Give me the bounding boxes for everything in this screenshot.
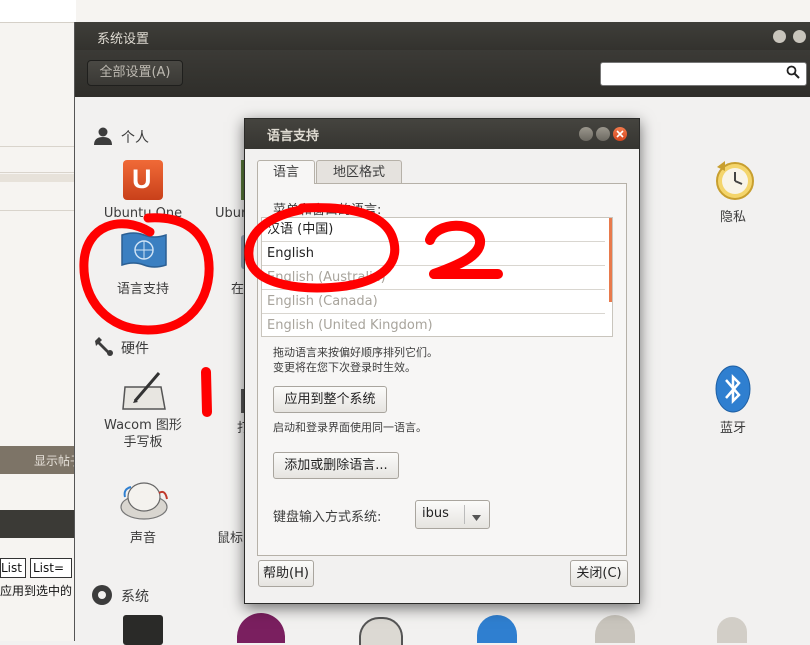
section-personal: 个人 [121, 130, 149, 146]
keyboard-input-value: ibus [422, 506, 449, 521]
language-support-icon[interactable] [120, 231, 168, 275]
tab-language[interactable]: 语言 [257, 160, 315, 184]
wrench-icon [93, 337, 115, 361]
bg-divider [0, 172, 76, 173]
bg-divider [0, 146, 76, 147]
person-icon [93, 127, 113, 149]
list-item[interactable]: English (Canada) [262, 290, 605, 314]
list-eq-button[interactable]: List= [30, 558, 72, 578]
bluetooth-icon[interactable] [715, 365, 751, 417]
help-button[interactable]: 帮助(H) [258, 560, 314, 587]
ubuntu-one-icon[interactable]: U [123, 160, 163, 200]
bg-top-bar [0, 0, 76, 23]
tile-ubuntu-one-label[interactable]: Ubuntu One [103, 206, 183, 221]
all-settings-button[interactable]: 全部设置(A) [87, 60, 183, 86]
bg-show-posts-bar: 显示帖子 [0, 446, 82, 474]
apply-hint: 启动和登录界面使用同一语言。 [273, 421, 427, 434]
drag-hint-line-1: 拖动语言来按偏好顺序排列它们。 [273, 346, 438, 359]
dialog-maximize-icon[interactable] [596, 127, 610, 141]
apply-system-wide-button[interactable]: 应用到整个系统 [273, 386, 387, 413]
close-button[interactable]: 关闭(C) [570, 560, 628, 587]
add-remove-languages-button[interactable]: 添加或删除语言... [273, 452, 399, 479]
tile-bluetooth-label[interactable]: 蓝牙 [705, 417, 761, 436]
tile-privacy-label[interactable]: 隐私 [705, 206, 761, 225]
section-system: 系统 [121, 589, 149, 605]
minimize-icon[interactable] [773, 30, 786, 43]
bg-dark-bar [0, 510, 76, 538]
user-icon[interactable] [717, 617, 747, 643]
section-hardware: 硬件 [121, 341, 149, 357]
software-updates-icon[interactable] [595, 615, 635, 643]
list-button[interactable]: List [0, 558, 26, 578]
search-icon [786, 65, 800, 83]
list-item[interactable]: 汉语 (中国) [262, 218, 605, 242]
menu-language-label: 菜单和窗口的语言: [273, 203, 382, 218]
sound-icon[interactable] [119, 479, 169, 525]
keyboard-input-label: 键盘输入方式系统: [273, 510, 382, 525]
list-item[interactable]: English (United Kingdom) [262, 314, 605, 337]
settings-toolbar: 全部设置(A) [75, 50, 810, 97]
language-support-dialog: 语言支持 语言 地区格式 菜单和窗口的语言: 汉语 (中国) English E… [244, 118, 640, 604]
tile-wacom-label[interactable]: Wacom 图形 手写板 [97, 417, 189, 451]
apply-selected-text: 应用到选中的 [0, 584, 73, 598]
list-scrollbar[interactable] [609, 218, 612, 302]
dialog-minimize-icon[interactable] [579, 127, 593, 141]
user-accounts-icon[interactable] [237, 613, 285, 643]
language-list[interactable]: 汉语 (中国) English English (Australia) Engl… [261, 217, 613, 337]
search-input[interactable] [600, 62, 807, 86]
tab-regional-formats[interactable]: 地区格式 [316, 160, 402, 184]
tile-partial-2-label[interactable]: 在 [231, 278, 244, 297]
chevron-down-icon [472, 510, 481, 525]
settings-titlebar: 系统设置 [75, 22, 810, 50]
combo-divider [464, 505, 465, 524]
settings-title: 系统设置 [97, 32, 150, 47]
dialog-titlebar: 语言支持 [245, 119, 639, 149]
list-item[interactable]: English (Australia) [262, 266, 605, 290]
maximize-icon[interactable] [793, 30, 806, 43]
universal-access-icon[interactable] [477, 615, 517, 643]
keyboard-input-select[interactable]: ibus [415, 500, 490, 529]
bg-band [0, 174, 76, 182]
drag-hint-line-2: 变更将在您下次登录时生效。 [273, 361, 416, 374]
privacy-icon[interactable] [713, 157, 755, 205]
dialog-close-icon[interactable] [613, 127, 627, 141]
system-gear-icon [91, 584, 113, 610]
tile-sound-label[interactable]: 声音 [103, 527, 183, 546]
dialog-title: 语言支持 [267, 129, 320, 144]
bg-divider [0, 210, 76, 211]
list-item[interactable]: English [262, 242, 605, 266]
wacom-tablet-icon[interactable] [121, 369, 167, 417]
tile-mouse-label[interactable]: 鼠标 [217, 527, 243, 546]
tile-language-support-label[interactable]: 语言支持 [103, 278, 183, 297]
